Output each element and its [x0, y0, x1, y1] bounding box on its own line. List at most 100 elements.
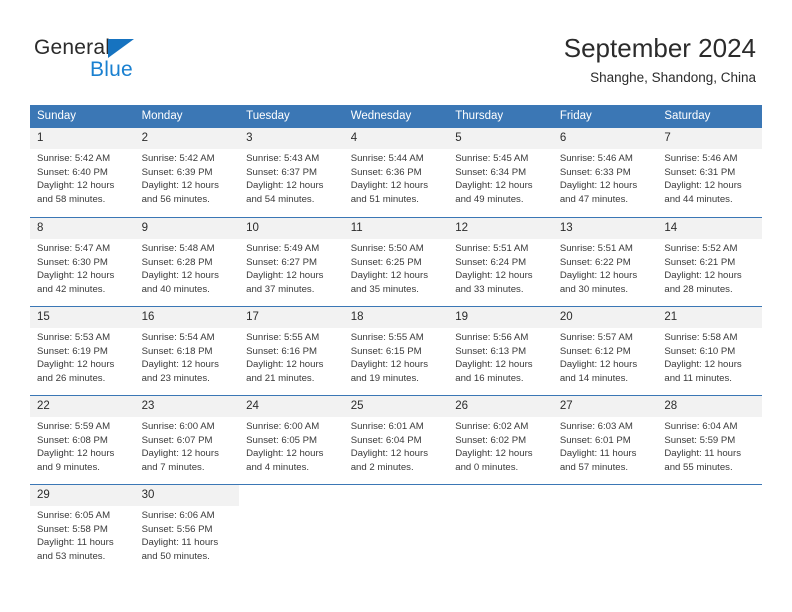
daylight-text: Daylight: 12 hours and 33 minutes.	[455, 270, 533, 295]
calendar-day-cell[interactable]: 5 Sunrise: 5:45 AM Sunset: 6:34 PM Daylight…	[448, 128, 553, 217]
calendar-grid: Sunday Monday Tuesday Wednesday Thursday Frid…	[30, 105, 762, 576]
calendar-day-cell[interactable]: 29 Sunrise: 6:05 AM Sunset: 5:58 PM Dayligh…	[30, 485, 135, 576]
daylight-text: Daylight: 12 hours and 4 minutes.	[246, 448, 324, 473]
sunset-text: Sunset: 6:08 PM	[37, 434, 108, 446]
day-number	[448, 485, 553, 506]
calendar-day-cell[interactable]: 4 Sunrise: 5:44 AM Sunset: 6:36 PM Daylight…	[343, 128, 449, 217]
daylight-text: Daylight: 12 hours and 7 minutes.	[141, 448, 219, 473]
calendar-day-cell[interactable]: 19 Sunrise: 5:56 AM Sunset: 6:13 PM Dayligh…	[448, 307, 553, 395]
day-number: 25	[343, 396, 449, 417]
sunrise-text: Sunrise: 6:00 AM	[246, 421, 320, 432]
calendar-day-cell[interactable]: 6 Sunrise: 5:46 AM Sunset: 6:33 PM Daylight…	[552, 128, 658, 217]
calendar-day-cell[interactable]: 3 Sunrise: 5:43 AM Sunset: 6:37 PM Daylight…	[239, 128, 344, 217]
calendar-day-cell[interactable]: 22 Sunrise: 5:59 AM Sunset: 6:08 PM Dayligh…	[30, 396, 135, 484]
sunset-text: Sunset: 6:01 PM	[559, 434, 631, 446]
sunset-text: Sunset: 6:27 PM	[246, 256, 318, 268]
calendar-day-cell[interactable]: 28 Sunrise: 6:04 AM Sunset: 5:59 PM Dayligh…	[657, 396, 762, 484]
calendar-week-row: 1 Sunrise: 5:42 AM Sunset: 6:40 PM Daylight…	[30, 128, 762, 217]
calendar-day-cell[interactable]: 13 Sunrise: 5:51 AM Sunset: 6:22 PM Dayligh…	[552, 218, 658, 306]
sunset-text: Sunset: 6:40 PM	[37, 166, 108, 178]
calendar-day-cell[interactable]: 17 Sunrise: 5:55 AM Sunset: 6:16 PM Dayligh…	[239, 307, 344, 395]
sunset-text: Sunset: 6:30 PM	[37, 256, 108, 268]
day-info: Sunrise: 6:00 AM Sunset: 6:05 PM Daylight:…	[239, 417, 344, 474]
calendar-day-cell[interactable]: 16 Sunrise: 5:54 AM Sunset: 6:18 PM Dayligh…	[134, 307, 240, 395]
sunset-text: Sunset: 6:04 PM	[350, 434, 422, 446]
calendar-day-cell-empty	[657, 485, 762, 576]
calendar-day-cell[interactable]: 7 Sunrise: 5:46 AM Sunset: 6:31 PM Daylight…	[657, 128, 762, 217]
calendar-day-cell[interactable]: 12 Sunrise: 5:51 AM Sunset: 6:24 PM Dayligh…	[448, 218, 553, 306]
sunrise-text: Sunrise: 5:59 AM	[37, 421, 111, 432]
calendar-day-cell-empty	[239, 485, 344, 576]
calendar-day-cell[interactable]: 11 Sunrise: 5:50 AM Sunset: 6:25 PM Dayligh…	[343, 218, 449, 306]
sunrise-text: Sunrise: 5:56 AM	[455, 332, 529, 343]
day-info: Sunrise: 5:55 AM Sunset: 6:15 PM Daylight:…	[344, 328, 449, 385]
calendar-day-cell[interactable]: 8 Sunrise: 5:47 AM Sunset: 6:30 PM Daylight…	[30, 218, 135, 306]
sunrise-text: Sunrise: 5:47 AM	[37, 243, 111, 254]
sunrise-text: Sunrise: 6:03 AM	[559, 421, 633, 432]
sunrise-text: Sunrise: 5:48 AM	[141, 243, 215, 254]
calendar-day-cell[interactable]: 26 Sunrise: 6:02 AM Sunset: 6:02 PM Dayligh…	[448, 396, 553, 484]
day-info: Sunrise: 5:52 AM Sunset: 6:21 PM Daylight:…	[657, 239, 762, 296]
title-block: September 2024 Shanghe, Shandong, China	[564, 32, 756, 88]
daylight-text: Daylight: 11 hours and 53 minutes.	[37, 537, 114, 562]
daylight-text: Daylight: 12 hours and 26 minutes.	[37, 359, 115, 384]
sunrise-text: Sunrise: 6:04 AM	[664, 421, 738, 432]
calendar-day-cell[interactable]: 1 Sunrise: 5:42 AM Sunset: 6:40 PM Daylight…	[30, 128, 135, 217]
calendar-day-cell[interactable]: 21 Sunrise: 5:58 AM Sunset: 6:10 PM Dayligh…	[657, 307, 762, 395]
calendar-day-cell[interactable]: 15 Sunrise: 5:53 AM Sunset: 6:19 PM Dayligh…	[30, 307, 135, 395]
sunset-text: Sunset: 6:02 PM	[455, 434, 527, 446]
day-info: Sunrise: 6:02 AM Sunset: 6:02 PM Daylight:…	[448, 417, 553, 474]
day-number: 5	[448, 128, 553, 149]
day-info: Sunrise: 5:42 AM Sunset: 6:39 PM Daylight:…	[135, 149, 240, 206]
day-info: Sunrise: 6:05 AM Sunset: 5:58 PM Daylight:…	[30, 506, 135, 563]
sunrise-text: Sunrise: 5:42 AM	[37, 153, 111, 164]
day-number: 22	[30, 396, 135, 417]
calendar-day-cell[interactable]: 30 Sunrise: 6:06 AM Sunset: 5:56 PM Dayligh…	[134, 485, 240, 576]
day-number: 21	[657, 307, 762, 328]
weekday-header-friday: Friday	[559, 110, 592, 122]
weekday-header-thursday: Thursday	[455, 110, 504, 122]
calendar-day-cell[interactable]: 25 Sunrise: 6:01 AM Sunset: 6:04 PM Dayligh…	[343, 396, 449, 484]
calendar-day-cell[interactable]: 18 Sunrise: 5:55 AM Sunset: 6:15 PM Dayligh…	[343, 307, 449, 395]
day-info: Sunrise: 5:51 AM Sunset: 6:24 PM Daylight:…	[448, 239, 553, 296]
calendar-day-cell-empty	[448, 485, 553, 576]
sunset-text: Sunset: 5:56 PM	[141, 523, 213, 535]
day-number	[553, 485, 658, 506]
day-info: Sunrise: 5:59 AM Sunset: 6:08 PM Daylight:…	[30, 417, 135, 474]
calendar-day-cell[interactable]: 9 Sunrise: 5:48 AM Sunset: 6:28 PM Daylight…	[134, 218, 240, 306]
daylight-text: Daylight: 12 hours and 11 minutes.	[664, 359, 742, 384]
calendar-day-cell[interactable]: 27 Sunrise: 6:03 AM Sunset: 6:01 PM Dayligh…	[552, 396, 658, 484]
calendar-day-cell[interactable]: 10 Sunrise: 5:49 AM Sunset: 6:27 PM Dayligh…	[239, 218, 344, 306]
daylight-text: Daylight: 12 hours and 54 minutes.	[246, 180, 324, 205]
daylight-text: Daylight: 12 hours and 44 minutes.	[664, 180, 742, 205]
sunset-text: Sunset: 6:05 PM	[246, 434, 318, 446]
sunset-text: Sunset: 6:15 PM	[350, 345, 422, 357]
calendar-day-cell[interactable]: 20 Sunrise: 5:57 AM Sunset: 6:12 PM Dayligh…	[552, 307, 658, 395]
calendar-day-cell[interactable]: 24 Sunrise: 6:00 AM Sunset: 6:05 PM Dayligh…	[239, 396, 344, 484]
brand-triangle-icon	[108, 39, 134, 58]
calendar-day-cell[interactable]: 23 Sunrise: 6:00 AM Sunset: 6:07 PM Dayligh…	[134, 396, 240, 484]
day-info: Sunrise: 5:57 AM Sunset: 6:12 PM Daylight:…	[553, 328, 658, 385]
sunrise-text: Sunrise: 5:55 AM	[350, 332, 424, 343]
daylight-text: Daylight: 12 hours and 23 minutes.	[141, 359, 219, 384]
day-number: 16	[134, 307, 240, 328]
calendar-day-cell[interactable]: 14 Sunrise: 5:52 AM Sunset: 6:21 PM Dayligh…	[657, 218, 762, 306]
calendar-day-cell[interactable]: 2 Sunrise: 5:42 AM Sunset: 6:39 PM Daylight…	[134, 128, 240, 217]
day-number	[344, 485, 449, 506]
daylight-text: Daylight: 12 hours and 0 minutes.	[455, 448, 533, 473]
day-number: 6	[552, 128, 658, 149]
day-number: 15	[30, 307, 135, 328]
brand-logo[interactable]: General Blue	[34, 36, 264, 88]
sunrise-text: Sunrise: 5:55 AM	[246, 332, 320, 343]
day-info: Sunrise: 5:58 AM Sunset: 6:10 PM Daylight:…	[657, 328, 762, 385]
calendar-week-row: 29 Sunrise: 6:05 AM Sunset: 5:58 PM Dayligh…	[30, 484, 762, 576]
sunrise-text: Sunrise: 5:51 AM	[559, 243, 633, 254]
sunrise-text: Sunrise: 6:01 AM	[350, 421, 424, 432]
sunrise-text: Sunrise: 5:49 AM	[246, 243, 320, 254]
sunset-text: Sunset: 6:24 PM	[455, 256, 527, 268]
day-info: Sunrise: 5:49 AM Sunset: 6:27 PM Daylight:…	[239, 239, 344, 296]
daylight-text: Daylight: 12 hours and 16 minutes.	[455, 359, 533, 384]
sunrise-text: Sunrise: 6:00 AM	[141, 421, 215, 432]
weekday-header-saturday: Saturday	[664, 110, 711, 122]
day-number: 23	[134, 396, 240, 417]
